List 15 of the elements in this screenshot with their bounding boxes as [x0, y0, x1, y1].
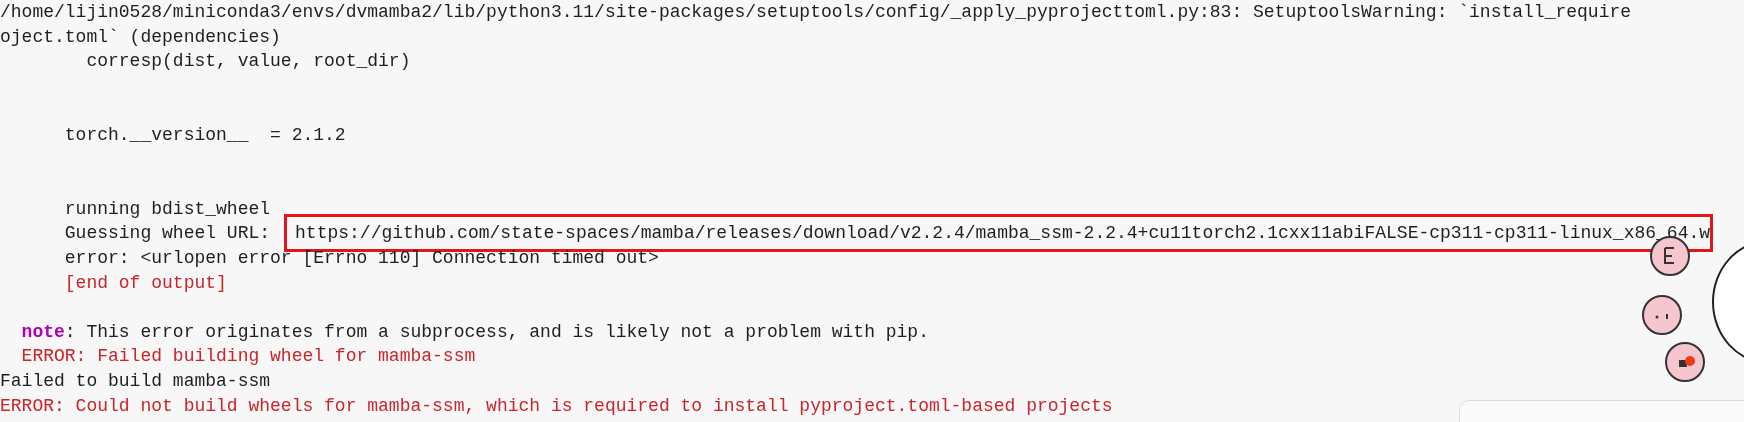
sticker-icon — [1663, 340, 1707, 384]
error-line: ERROR: Could not build wheels for mamba-ssm, which is required to install pyproject.toml-based projects — [0, 394, 1113, 418]
url-text: https://github.com/state-spaces/mamba/releases/download/v2.2.4/mamba_ssm-2.2.4+cu11torch2.1cxx11abiFALSE-cp311-cp311-linux_x86_64.w — [295, 223, 1711, 244]
error-line: ERROR: Failed building wheel for mamba-ssm — [20, 345, 476, 369]
output-line: torch.__version__ = 2.1.2 — [63, 123, 346, 147]
sticker-icon — [1640, 293, 1684, 337]
output-line: corresp(dist, value, root_dir) — [85, 50, 411, 74]
output-line: running bdist_wheel — [63, 197, 271, 221]
output-line: oject.toml` (dependencies) — [0, 25, 281, 49]
output-line: Guessing wheel URL: — [63, 222, 271, 246]
output-line: /home/lijin0528/miniconda3/envs/dvmamba2/lib/python3.11/site-packages/setuptools/config/_apply_pyprojecttoml.py:83: SetuptoolsWarning: `install_require — [0, 1, 1632, 24]
output-line: error: <urlopen error [Errno 110] Connection timed out> — [63, 246, 659, 270]
note-line: note: This error originates from a subprocess, and is likely not a problem with pip. — [20, 320, 929, 344]
error-line: [end of output] — [63, 271, 227, 295]
output-line: Failed to build mamba-ssm — [0, 369, 271, 393]
